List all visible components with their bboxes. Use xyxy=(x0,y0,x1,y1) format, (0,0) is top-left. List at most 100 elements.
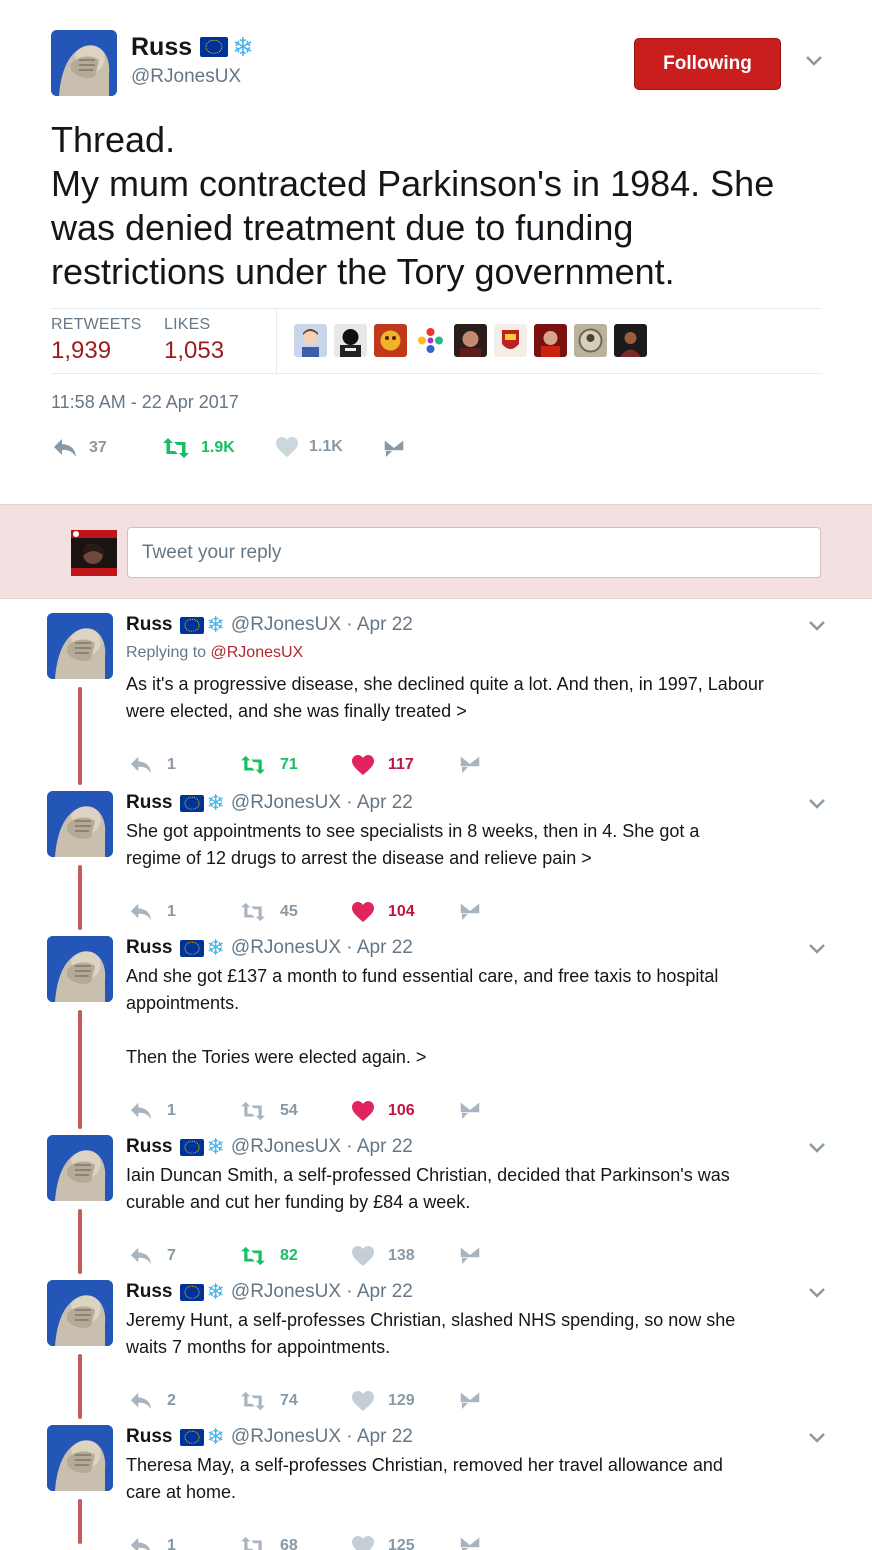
liker-avatar[interactable] xyxy=(294,324,327,357)
thread-tweet[interactable]: Russ ❄ @RJonesUX · Apr 22 Jeremy Hunt, a se… xyxy=(0,1280,872,1425)
display-name-text[interactable]: Russ xyxy=(131,32,192,62)
reply-action[interactable]: 1 xyxy=(128,754,176,776)
display-name[interactable]: Russ xyxy=(126,1425,172,1449)
handle-and-date[interactable]: @RJonesUX · Apr 22 xyxy=(231,1425,413,1449)
message-action[interactable] xyxy=(459,1390,481,1410)
avatar[interactable] xyxy=(71,530,117,576)
reply-input[interactable]: Tweet your reply xyxy=(127,527,821,578)
reply-icon xyxy=(130,1102,152,1120)
retweet-action[interactable]: 68 xyxy=(239,1535,298,1550)
liker-avatar[interactable] xyxy=(534,324,567,357)
thread-tweet[interactable]: Russ ❄ @RJonesUX · Apr 22 Theresa May, a se… xyxy=(0,1425,872,1550)
like-action[interactable]: 117 xyxy=(351,754,414,776)
display-name[interactable]: Russ xyxy=(126,613,172,637)
message-icon xyxy=(459,754,481,773)
tweet-text-line: Theresa May, a self-professes Christian,… xyxy=(126,1455,723,1475)
thread-tweet[interactable]: Russ ❄ @RJonesUX · Apr 22 And she got £137 … xyxy=(0,936,872,1135)
thread-tweet[interactable]: Russ ❄ @RJonesUX · Apr 22 Replying to @RJon… xyxy=(0,613,872,791)
message-action[interactable] xyxy=(459,754,481,774)
avatar[interactable] xyxy=(47,936,113,1002)
like-action[interactable]: 106 xyxy=(351,1100,415,1122)
message-action[interactable] xyxy=(459,901,481,921)
following-button[interactable]: Following xyxy=(634,38,781,90)
message-action[interactable] xyxy=(459,1245,481,1265)
retweet-icon xyxy=(241,902,265,922)
display-name[interactable]: Russ xyxy=(126,936,172,960)
thread-tweet[interactable]: Russ ❄ @RJonesUX · Apr 22 Iain Duncan Smith… xyxy=(0,1135,872,1280)
liker-avatar[interactable] xyxy=(334,324,367,357)
tweet-text-line: curable and cut her funding by £84 a wee… xyxy=(126,1192,471,1212)
eu-flag-icon xyxy=(200,37,229,57)
handle-and-date[interactable]: @RJonesUX · Apr 22 xyxy=(231,936,413,960)
display-name[interactable]: Russ xyxy=(126,1135,172,1159)
reply-action[interactable]: 37 xyxy=(51,436,107,460)
likes-stat[interactable]: LIKES 1,053 xyxy=(164,316,224,366)
liker-avatar[interactable] xyxy=(494,324,527,357)
display-name[interactable]: Russ xyxy=(126,1280,172,1304)
avatar[interactable] xyxy=(47,1280,113,1346)
tweet-text-line: Jeremy Hunt, a self-professes Christian,… xyxy=(126,1310,736,1330)
chevron-down-icon[interactable] xyxy=(808,619,826,637)
reply-action[interactable]: 2 xyxy=(128,1390,176,1412)
retweet-action[interactable]: 82 xyxy=(239,1245,298,1267)
message-action[interactable] xyxy=(459,1100,481,1120)
chevron-down-icon[interactable] xyxy=(808,942,826,960)
avatar[interactable] xyxy=(51,30,117,96)
reply-count: 1 xyxy=(167,1102,176,1119)
like-action[interactable]: 104 xyxy=(351,901,415,923)
handle-and-date[interactable]: @RJonesUX · Apr 22 xyxy=(231,1135,413,1159)
timestamp[interactable]: 11:58 AM - 22 Apr 2017 xyxy=(51,392,239,413)
retweet-count: 68 xyxy=(280,1537,298,1550)
reply-action[interactable]: 7 xyxy=(128,1245,176,1267)
reply-count: 1 xyxy=(167,756,176,773)
message-icon xyxy=(383,438,405,457)
like-action[interactable]: 125 xyxy=(351,1535,415,1550)
reply-count: 2 xyxy=(167,1392,176,1409)
eu-flag-icon xyxy=(180,1138,205,1156)
handle-and-date[interactable]: @RJonesUX · Apr 22 xyxy=(231,1280,413,1304)
retweet-action[interactable]: 45 xyxy=(239,901,298,923)
tweet-text-line: care at home. xyxy=(126,1482,237,1502)
liker-avatar[interactable] xyxy=(374,324,407,357)
thread-tweet[interactable]: Russ ❄ @RJonesUX · Apr 22 She got appointme… xyxy=(0,791,872,936)
liker-avatar[interactable] xyxy=(414,324,447,357)
retweet-icon xyxy=(241,1101,265,1121)
retweet-action[interactable]: 54 xyxy=(239,1100,298,1122)
reply-action[interactable]: 1 xyxy=(128,1100,176,1122)
eu-flag-icon xyxy=(180,794,205,812)
chevron-down-icon[interactable] xyxy=(808,1431,826,1449)
replying-to-link[interactable]: @RJonesUX xyxy=(211,644,304,661)
display-name[interactable]: Russ xyxy=(126,791,172,815)
heart-icon xyxy=(352,1246,374,1266)
tweet-text-line: Thread. xyxy=(51,119,176,160)
reply-action[interactable]: 1 xyxy=(128,1535,176,1550)
chevron-down-icon[interactable] xyxy=(808,1286,826,1304)
retweets-stat[interactable]: RETWEETS 1,939 xyxy=(51,316,142,366)
chevron-down-icon[interactable] xyxy=(808,797,826,815)
handle-and-date[interactable]: @RJonesUX · Apr 22 xyxy=(231,791,413,815)
avatar[interactable] xyxy=(47,1425,113,1491)
retweet-action[interactable]: 71 xyxy=(239,754,298,776)
like-action[interactable]: 129 xyxy=(351,1390,415,1412)
thread-connector-line xyxy=(78,865,82,930)
chevron-down-icon[interactable] xyxy=(805,54,823,72)
avatar[interactable] xyxy=(47,613,113,679)
divider xyxy=(51,373,822,374)
liker-avatar[interactable] xyxy=(614,324,647,357)
handle-and-date[interactable]: @RJonesUX · Apr 22 xyxy=(231,613,413,637)
like-action[interactable]: 138 xyxy=(351,1245,415,1267)
message-action[interactable] xyxy=(459,1535,481,1550)
liker-avatar[interactable] xyxy=(574,324,607,357)
avatar[interactable] xyxy=(47,1135,113,1201)
display-name[interactable]: Russ ❄ xyxy=(131,32,254,62)
retweet-action[interactable]: 1.9K xyxy=(161,436,235,460)
tweet-text-line: And she got £137 a month to fund essenti… xyxy=(126,966,719,986)
handle[interactable]: @RJonesUX xyxy=(131,65,241,89)
chevron-down-icon[interactable] xyxy=(808,1141,826,1159)
liker-avatar[interactable] xyxy=(454,324,487,357)
message-action[interactable] xyxy=(383,438,405,458)
avatar[interactable] xyxy=(47,791,113,857)
like-action[interactable]: 1.1K xyxy=(275,436,343,458)
reply-action[interactable]: 1 xyxy=(128,901,176,923)
retweet-action[interactable]: 74 xyxy=(239,1390,298,1412)
